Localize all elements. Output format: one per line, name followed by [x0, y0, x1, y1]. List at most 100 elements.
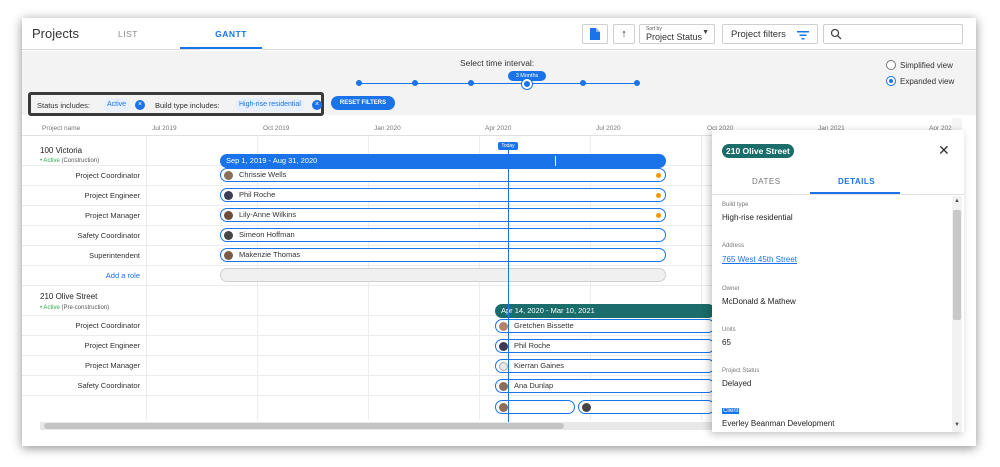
field-value: McDonald & Mathew [722, 297, 796, 306]
assignment-bar[interactable]: Gretchen Bissette [495, 319, 715, 333]
person-name: Kierran Gaines [514, 361, 565, 370]
avatar [499, 403, 508, 412]
panel-scrollbar-thumb[interactable] [953, 210, 961, 320]
avatar [224, 191, 233, 200]
tab-dates[interactable]: DATES [752, 177, 781, 186]
expanded-view-radio[interactable] [886, 76, 896, 86]
interval-slider-handle[interactable] [522, 79, 532, 89]
details-list: Build type High-rise residential Address… [712, 196, 952, 432]
warning-dot-icon [656, 173, 661, 178]
reset-filters-button[interactable]: RESET FILTERS [331, 96, 395, 110]
role-label: Project Engineer [84, 191, 140, 200]
assignment-bar[interactable]: Ana Dunlap [495, 379, 715, 393]
interval-label: Select time interval: [460, 58, 535, 68]
month-label: Oct 2019 [263, 125, 290, 132]
field-value: Everley Beanman Development [722, 419, 835, 428]
field-value: Delayed [722, 379, 752, 388]
interval-slider-track[interactable] [358, 83, 638, 84]
month-label: Jul 2019 [152, 125, 177, 132]
assignment-bar[interactable]: Chrissie Wells [220, 168, 666, 182]
person-name: Chrissie Wells [239, 170, 287, 179]
app-header: Projects LIST GANTT ↑ Sort by Project St… [22, 18, 976, 331]
close-icon[interactable]: ✕ [938, 142, 950, 159]
assignment-bar[interactable]: Phil Roche [495, 339, 715, 353]
avatar [224, 171, 233, 180]
project-details-panel: 210 Olive Street ✕ DATES DETAILS Build t… [712, 130, 964, 432]
warning-dot-icon [656, 193, 661, 198]
field-label: Client [722, 408, 740, 414]
role-label: Safety Coordinator [77, 231, 140, 240]
horizontal-scrollbar-thumb[interactable] [44, 423, 564, 429]
empty-assignment-bar[interactable] [220, 268, 666, 282]
person-name: Lily-Anne Wilkins [239, 210, 297, 219]
interval-slider-stop[interactable] [412, 80, 418, 86]
field-label: Address [722, 243, 745, 249]
warning-dot-icon [656, 213, 661, 218]
avatar [582, 403, 591, 412]
person-name: Phil Roche [239, 190, 276, 199]
role-label: Project Coordinator [75, 171, 140, 180]
avatar [224, 251, 233, 260]
assignment-bar[interactable]: Simeon Hoffman [220, 228, 666, 242]
person-name: Phil Roche [514, 341, 551, 350]
build-filter-label: Build type includes: [155, 101, 220, 110]
arrow-up-icon: ↑ [621, 28, 627, 40]
tab-details[interactable]: DETAILS [838, 177, 875, 186]
add-role-link[interactable]: Add a role [22, 271, 140, 280]
interval-slider-stop[interactable] [356, 80, 362, 86]
expanded-view-label: Expanded view [900, 77, 955, 86]
role-label: Project Manager [84, 361, 140, 370]
close-icon[interactable]: × [312, 100, 322, 110]
assignment-bar[interactable] [495, 400, 575, 414]
interval-slider-stop[interactable] [580, 80, 586, 86]
chevron-down-icon: ▼ [702, 29, 709, 36]
interval-slider-stop[interactable] [468, 80, 474, 86]
bar-date-range: Sep 1, 2019 - Aug 31, 2020 [226, 156, 318, 165]
avatar [499, 362, 508, 371]
active-filters: Status includes: Active × Build type inc… [28, 92, 324, 116]
app-window: Projects LIST GANTT ↑ Sort by Project St… [22, 18, 976, 446]
sort-value: Project Status [646, 32, 703, 42]
assignment-bar[interactable]: Phil Roche [220, 188, 666, 202]
chevron-down-icon[interactable]: ▼ [954, 422, 960, 428]
project-name[interactable]: 210 Olive Street [40, 292, 97, 301]
field-label: Units [722, 327, 736, 333]
status-text: • Active [40, 158, 60, 164]
close-icon[interactable]: × [135, 100, 145, 110]
month-label: Jul 2020 [596, 125, 621, 132]
bar-marker [555, 156, 556, 166]
assignment-bar[interactable] [578, 400, 715, 414]
person-name: Simeon Hoffman [239, 230, 295, 239]
sort-select[interactable]: Sort by Project Status ▼ [639, 24, 715, 44]
assignment-bar[interactable]: Kierran Gaines [495, 359, 715, 373]
field-label: Owner [722, 286, 740, 292]
project-filters-button[interactable]: Project filters [722, 24, 818, 44]
tab-list[interactable]: LIST [118, 29, 138, 39]
panel-divider [712, 194, 964, 195]
person-name: Gretchen Bissette [514, 321, 574, 330]
assignment-bar[interactable]: Lily-Anne Wilkins [220, 208, 666, 222]
export-button[interactable] [582, 24, 608, 44]
search-input[interactable] [823, 24, 963, 44]
interval-slider-stop[interactable] [634, 80, 640, 86]
month-label: Apr 2020 [485, 125, 512, 132]
chevron-up-icon[interactable]: ▲ [954, 198, 960, 204]
avatar [499, 382, 508, 391]
project-name[interactable]: 100 Victoria [40, 146, 82, 155]
role-label: Project Coordinator [75, 321, 140, 330]
today-line [508, 146, 509, 426]
avatar [224, 211, 233, 220]
simplified-view-radio[interactable] [886, 60, 896, 70]
assignment-bar[interactable]: Makenzie Thomas [220, 248, 666, 262]
month-label: Jan 2020 [374, 125, 401, 132]
sort-direction-button[interactable]: ↑ [613, 24, 635, 44]
field-label: Build type [722, 202, 749, 208]
role-label: Project Engineer [84, 341, 140, 350]
address-link[interactable]: 765 West 45th Street [722, 255, 797, 264]
document-icon [590, 28, 600, 40]
panel-title: 210 Olive Street [722, 144, 794, 158]
simplified-view-label: Simplified view [900, 61, 953, 70]
phase-text: (Construction) [61, 158, 100, 164]
person-name: Ana Dunlap [514, 381, 554, 390]
search-icon [830, 28, 842, 40]
